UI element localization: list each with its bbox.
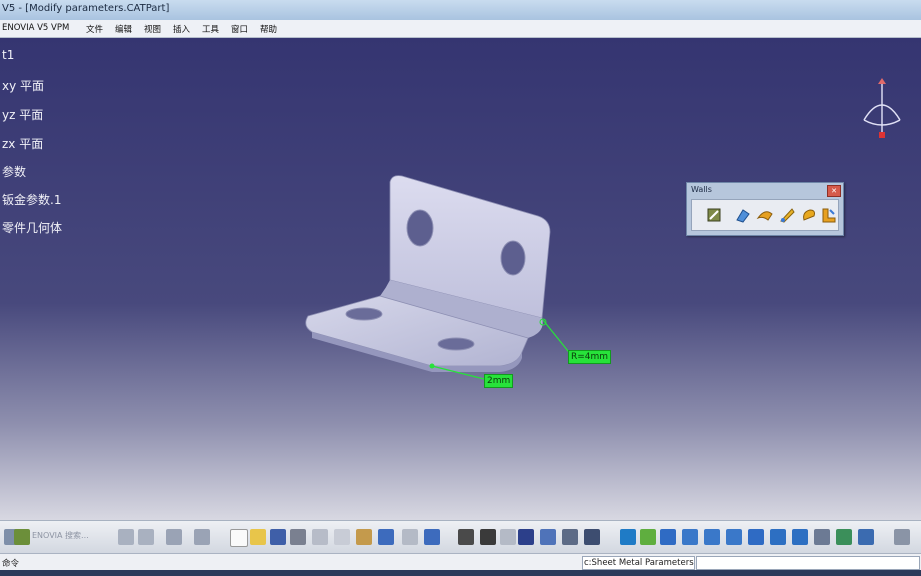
render-style-icon[interactable] <box>814 529 830 545</box>
pan-icon[interactable] <box>660 529 676 545</box>
menu-tools[interactable]: 工具 <box>202 23 219 35</box>
zoom-in-icon[interactable] <box>704 529 720 545</box>
wall-on-edge-icon[interactable] <box>734 206 752 224</box>
print-icon[interactable] <box>290 529 306 545</box>
menu-file[interactable]: 文件 <box>86 23 103 35</box>
catalog-icon[interactable] <box>166 529 182 545</box>
lock-icon[interactable] <box>562 529 578 545</box>
title-bar: V5 - [Modify parameters.CATPart] <box>0 0 921 21</box>
menu-window[interactable]: 窗口 <box>231 23 248 35</box>
normal-view-icon[interactable] <box>748 529 764 545</box>
tear-drop-icon[interactable] <box>820 206 838 224</box>
tree-node-xy-plane[interactable]: xy 平面 <box>2 77 44 94</box>
command-label: c:Sheet Metal Parameters <box>582 556 695 570</box>
zoom-out-icon[interactable] <box>726 529 742 545</box>
extrusion-icon[interactable] <box>756 206 774 224</box>
formula-icon[interactable] <box>458 529 474 545</box>
menu-view[interactable]: 视图 <box>144 23 161 35</box>
thickness-dimension[interactable]: 2mm <box>484 374 514 388</box>
radius-dimension[interactable]: R=4mm <box>568 350 612 364</box>
layer-icon[interactable] <box>894 529 910 545</box>
menu-insert[interactable]: 插入 <box>173 23 190 35</box>
open-file-icon[interactable] <box>250 529 266 545</box>
menu-bar: ENOVIA V5 VPM 文件 编辑 视图 插入 工具 窗口 帮助 <box>0 20 921 38</box>
rotate-icon[interactable] <box>682 529 698 545</box>
help-icon[interactable] <box>424 529 440 545</box>
menu-help[interactable]: 帮助 <box>260 23 277 35</box>
redo-icon[interactable] <box>402 529 418 545</box>
tree-node-parameters[interactable]: 参数 <box>2 163 26 180</box>
table-icon[interactable] <box>500 529 516 545</box>
copy-icon[interactable] <box>334 529 350 545</box>
fit-all-icon[interactable] <box>640 529 656 545</box>
menu-enovia[interactable]: ENOVIA V5 VPM <box>2 23 69 33</box>
iso-view-icon[interactable] <box>792 529 808 545</box>
enovia-icon-2[interactable] <box>138 529 154 545</box>
hide-show-icon[interactable] <box>584 529 600 545</box>
paste-icon[interactable] <box>356 529 372 545</box>
tree-node-sheet-metal-parameters[interactable]: 钣金参数.1 <box>2 191 61 208</box>
tree-node-part-body[interactable]: 零件几何体 <box>2 219 62 236</box>
tree-icon[interactable] <box>540 529 556 545</box>
hem-icon[interactable] <box>800 206 818 224</box>
undo-icon[interactable] <box>378 529 394 545</box>
tree-node-zx-plane[interactable]: zx 平面 <box>2 135 43 152</box>
enovia-icon[interactable] <box>118 529 134 545</box>
swept-flange-icon[interactable] <box>778 206 796 224</box>
walls-toolbar-body <box>691 199 839 231</box>
command-input[interactable] <box>696 556 920 570</box>
fly-mode-icon[interactable] <box>620 529 636 545</box>
properties-icon[interactable] <box>518 529 534 545</box>
enovia-search-field[interactable]: ENOVIA 搜索... <box>32 530 89 541</box>
multi-view-icon[interactable] <box>770 529 786 545</box>
swap-space-icon[interactable] <box>858 529 874 545</box>
window-title: V5 - [Modify parameters.CATPart] <box>2 3 170 14</box>
cut-icon[interactable] <box>312 529 328 545</box>
menu-edit[interactable]: 编辑 <box>115 23 132 35</box>
status-text: 命令 <box>2 559 20 569</box>
bottom-toolbar: ENOVIA 搜索... <box>0 520 921 554</box>
new-file-icon[interactable] <box>230 529 248 547</box>
knowledge-icon[interactable] <box>480 529 496 545</box>
measure-icon[interactable] <box>194 529 210 545</box>
tree-node-yz-plane[interactable]: yz 平面 <box>2 106 43 123</box>
taskbar-edge <box>0 570 921 576</box>
tree-node-part[interactable]: t1 <box>2 48 14 62</box>
enovia-search-icon[interactable] <box>14 529 30 545</box>
save-icon[interactable] <box>270 529 286 545</box>
wall-icon[interactable] <box>706 206 724 224</box>
close-icon[interactable]: ✕ <box>827 185 841 197</box>
walls-toolbar-title: Walls <box>691 185 712 194</box>
sheet-metal-part[interactable] <box>0 38 921 520</box>
compass-icon[interactable] <box>858 78 906 144</box>
3d-viewport[interactable]: t1 xy 平面 yz 平面 zx 平面 参数 钣金参数.1 零件几何体 R=4… <box>0 38 921 520</box>
show-mode-icon[interactable] <box>836 529 852 545</box>
walls-toolbar[interactable]: Walls ✕ <box>686 182 844 236</box>
status-bar: 命令 c:Sheet Metal Parameters <box>0 553 921 571</box>
